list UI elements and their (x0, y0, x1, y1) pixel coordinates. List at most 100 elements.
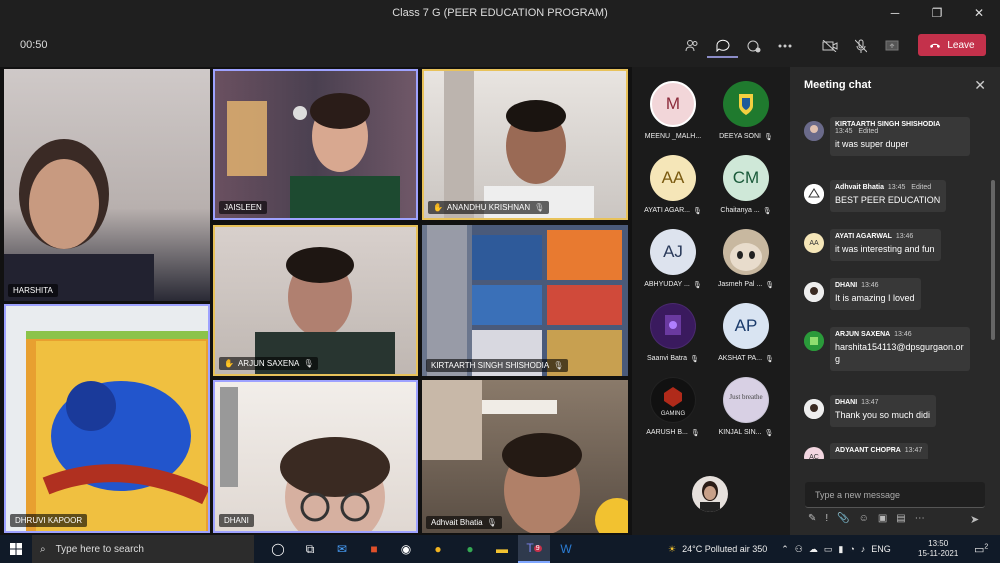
roster-item[interactable]: Just breathe KINJAL SIN... 🎙 (710, 373, 782, 445)
close-icon[interactable]: ✕ (974, 77, 986, 94)
roster-item[interactable]: AA AYATI AGAR... 🎙 (637, 151, 709, 223)
video-tile[interactable]: JAISLEEN (213, 69, 418, 220)
sticker-icon[interactable]: ▤ (896, 513, 905, 524)
chevron-up-icon[interactable]: ⌃ (781, 544, 789, 555)
teams-icon[interactable]: T9 (518, 535, 550, 563)
participant-name: KIRTAARTH SINGH SHISHODIA (431, 361, 550, 370)
participants-icon[interactable] (676, 34, 707, 58)
priority-icon[interactable]: ! (825, 513, 828, 524)
gif-icon[interactable]: ▣ (878, 513, 887, 524)
avatar (650, 303, 696, 349)
window-title: Class 7 G (PEER EDUCATION PROGRAM) (392, 7, 608, 19)
video-tile[interactable]: HARSHITA (4, 69, 210, 301)
tray-app-icon[interactable]: ⚇ (795, 544, 803, 555)
mic-off-icon[interactable] (845, 34, 876, 58)
participant-video (422, 380, 628, 533)
language-indicator[interactable]: ENG (871, 544, 891, 554)
message-bubble: ADYAANT CHOPRA 13:47 (830, 443, 929, 459)
more-icon[interactable]: ⋯ (915, 513, 925, 524)
chrome-profile-icon[interactable]: ● (454, 535, 486, 563)
roster-item[interactable]: AJ ABHYUDAY ... 🎙 (637, 225, 709, 297)
camera-off-icon[interactable] (814, 34, 845, 58)
mail-icon[interactable]: ✉ (326, 535, 358, 563)
roster-name: MEENU _MALH... (645, 133, 701, 140)
clock-date: 15-11-2021 (918, 549, 959, 558)
mic-muted-icon: 🎙 (303, 359, 314, 368)
chrome-icon[interactable]: ● (422, 535, 454, 563)
message-input[interactable]: Type a new message (805, 482, 985, 508)
message-author: ARJUN SAXENA (835, 331, 891, 338)
video-tile[interactable]: ✋ ANANDHU KRISHNAN 🎙 (422, 69, 628, 220)
roster-name-text: AKSHAT PA... (718, 355, 763, 362)
dell-icon[interactable]: ◉ (390, 535, 422, 563)
attach-icon[interactable]: 📎 (837, 513, 849, 524)
mic-muted-icon: 🎙 (692, 282, 702, 289)
word-icon[interactable]: W (550, 535, 582, 563)
mic-muted-icon: 🎙 (690, 356, 699, 363)
volume-icon[interactable]: ♪ (861, 544, 866, 554)
cortana-icon[interactable]: ◯ (262, 535, 294, 563)
just-breathe-image: Just breathe (724, 378, 768, 422)
chat-icon[interactable] (707, 34, 738, 58)
emoji-icon[interactable]: ☺ (859, 513, 869, 524)
phone-hangup-icon (930, 43, 941, 48)
share-screen-icon[interactable] (876, 34, 907, 58)
message-author: KIRTAARTH SINGH SHISHODIA (835, 121, 941, 128)
windows-start-icon[interactable] (0, 535, 32, 563)
minimize-button[interactable]: ─ (874, 0, 916, 26)
message-edited: Edited (858, 128, 879, 135)
message-text: it was interesting and fun (835, 244, 935, 254)
leave-button[interactable]: Leave (918, 34, 986, 56)
roster-item[interactable]: AP AKSHAT PA... 🎙 (710, 299, 782, 371)
message-time: 13:47 (904, 447, 923, 454)
title-bar: Class 7 G (PEER EDUCATION PROGRAM) ─ ❐ ✕ (0, 0, 1000, 26)
participant-name: ARJUN SAXENA (237, 359, 300, 368)
chat-title: Meeting chat (804, 79, 872, 91)
system-clock[interactable]: 13:50 15-11-2021 (918, 539, 958, 559)
display-icon[interactable]: ▭ (824, 544, 833, 555)
maximize-button[interactable]: ❐ (916, 0, 958, 26)
roster-item[interactable]: GAMING AARUSH B... 🎙 (637, 373, 709, 445)
chat-message: Adhvait Bhatia 13:45 Edited BEST PEER ED… (804, 180, 947, 212)
participant-video (444, 71, 594, 218)
send-icon[interactable]: ➤ (970, 513, 979, 526)
avatar: AP (723, 303, 769, 349)
video-tile[interactable]: DHRUVI KAPOOR (4, 304, 210, 533)
wifi-icon[interactable]: ◔ (849, 544, 854, 554)
video-tile[interactable]: KIRTAARTH SINGH SHISHODIA 🎙 (422, 225, 628, 376)
close-window-button[interactable]: ✕ (958, 0, 1000, 26)
more-options-icon[interactable] (769, 34, 800, 58)
taskbar-search[interactable]: ⌕ Type here to search (32, 535, 254, 563)
weather-text[interactable]: 24°C Polluted air 350 (682, 544, 767, 554)
roster-name: Chaitanya ... 🎙 (720, 207, 771, 215)
video-tile[interactable]: ✋ ARJUN SAXENA 🎙 (213, 225, 418, 376)
windows-taskbar: ⌕ Type here to search ◯ ⧉ ✉ ■ ◉ ● ● ▬ T9… (0, 535, 1000, 563)
message-bubble: ARJUN SAXENA 13:46 harshita154113@dpsgur… (830, 327, 970, 371)
avatar: GAMING (650, 377, 696, 423)
roster-name: ABHYUDAY ... 🎙 (644, 281, 702, 289)
office-icon[interactable]: ■ (358, 535, 390, 563)
self-view-avatar[interactable] (692, 476, 728, 512)
video-tile[interactable]: Adhvait Bhatia 🎙 (422, 380, 628, 533)
file-explorer-icon[interactable]: ▬ (486, 535, 518, 563)
tile-namebar: Adhvait Bhatia 🎙 (426, 516, 502, 529)
reactions-icon[interactable] (738, 34, 769, 58)
battery-icon[interactable]: ▮ (838, 544, 843, 555)
chat-scrollbar[interactable] (991, 180, 995, 340)
roster-item[interactable]: Jasmeh Pal ... 🎙 (710, 225, 782, 297)
notification-icon[interactable]: ▭2 (974, 543, 988, 556)
tile-namebar: HARSHITA (8, 284, 58, 297)
message-author: Adhvait Bhatia (835, 184, 885, 191)
roster-item[interactable]: M MEENU _MALH... (637, 77, 709, 149)
video-tile[interactable]: DHANI (213, 380, 418, 533)
roster-item[interactable]: Saanvi Batra 🎙 (637, 299, 709, 371)
clock-time: 13:50 (928, 539, 949, 548)
message-time: 13:45 (887, 184, 906, 191)
roster-item[interactable]: DEEYA SONI 🎙 (710, 77, 782, 149)
task-view-icon[interactable]: ⧉ (294, 535, 326, 563)
format-icon[interactable]: ✎ (808, 513, 816, 524)
onedrive-icon[interactable]: ☁ (809, 544, 818, 555)
game-character-photo (651, 304, 695, 348)
roster-item[interactable]: CM Chaitanya ... 🎙 (710, 151, 782, 223)
participant-video (26, 331, 208, 531)
